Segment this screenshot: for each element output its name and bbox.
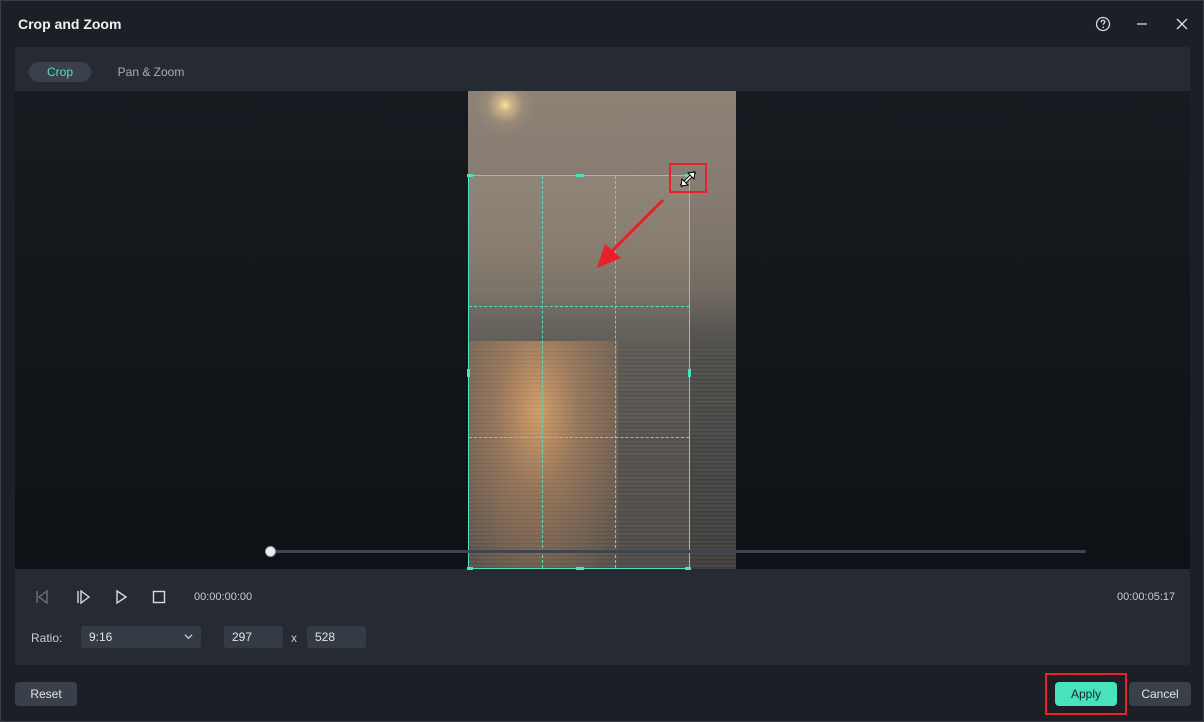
apply-highlight-box xyxy=(1045,673,1127,715)
ratio-label: Ratio: xyxy=(31,631,63,645)
tab-crop[interactable]: Crop xyxy=(29,62,91,82)
grid-line-horizontal xyxy=(469,306,689,307)
width-input[interactable]: 297 xyxy=(224,626,283,648)
crop-and-zoom-dialog: Crop and Zoom Crop Pan & Zoom 00:00:00:0… xyxy=(0,0,1204,722)
annotation-arrow xyxy=(597,198,665,268)
previous-frame-icon[interactable] xyxy=(32,587,52,607)
crop-handle-top[interactable] xyxy=(576,174,584,177)
minimize-icon[interactable] xyxy=(1131,13,1153,35)
height-input[interactable]: 528 xyxy=(307,626,366,648)
crop-handle-right[interactable] xyxy=(688,369,691,377)
tab-pan-zoom[interactable]: Pan & Zoom xyxy=(107,62,195,82)
crop-handle-bottom[interactable] xyxy=(576,567,584,570)
editor-panel: Crop Pan & Zoom xyxy=(15,47,1190,665)
close-icon[interactable] xyxy=(1171,13,1193,35)
playhead[interactable] xyxy=(265,546,276,557)
crop-handle-bottom-left[interactable] xyxy=(467,567,473,570)
crop-handle-bottom-right[interactable] xyxy=(685,567,691,570)
reset-button[interactable]: Reset xyxy=(15,682,77,706)
next-frame-icon[interactable] xyxy=(73,587,93,607)
crop-handle-left[interactable] xyxy=(467,369,470,377)
help-icon[interactable] xyxy=(1092,13,1114,35)
play-icon[interactable] xyxy=(111,587,131,607)
dialog-title: Crop and Zoom xyxy=(18,16,122,32)
timeline-scrubber[interactable] xyxy=(270,550,1086,553)
diagonal-resize-icon xyxy=(679,170,697,188)
dimension-separator: x xyxy=(291,631,297,645)
ratio-value: 9:16 xyxy=(89,630,113,644)
grid-line-vertical xyxy=(542,176,543,568)
ratio-select[interactable]: 9:16 xyxy=(81,626,201,648)
tab-bar: Crop Pan & Zoom xyxy=(15,47,1190,91)
current-time: 00:00:00:00 xyxy=(194,591,253,603)
total-time: 00:00:05:17 xyxy=(1117,591,1176,603)
stop-icon[interactable] xyxy=(149,587,169,607)
crop-handle-top-left[interactable] xyxy=(467,174,473,177)
grid-line-horizontal xyxy=(469,437,689,438)
video-preview-area xyxy=(15,91,1190,570)
chevron-down-icon xyxy=(184,626,193,648)
cancel-button[interactable]: Cancel xyxy=(1129,682,1191,706)
title-bar: Crop and Zoom xyxy=(1,1,1203,47)
